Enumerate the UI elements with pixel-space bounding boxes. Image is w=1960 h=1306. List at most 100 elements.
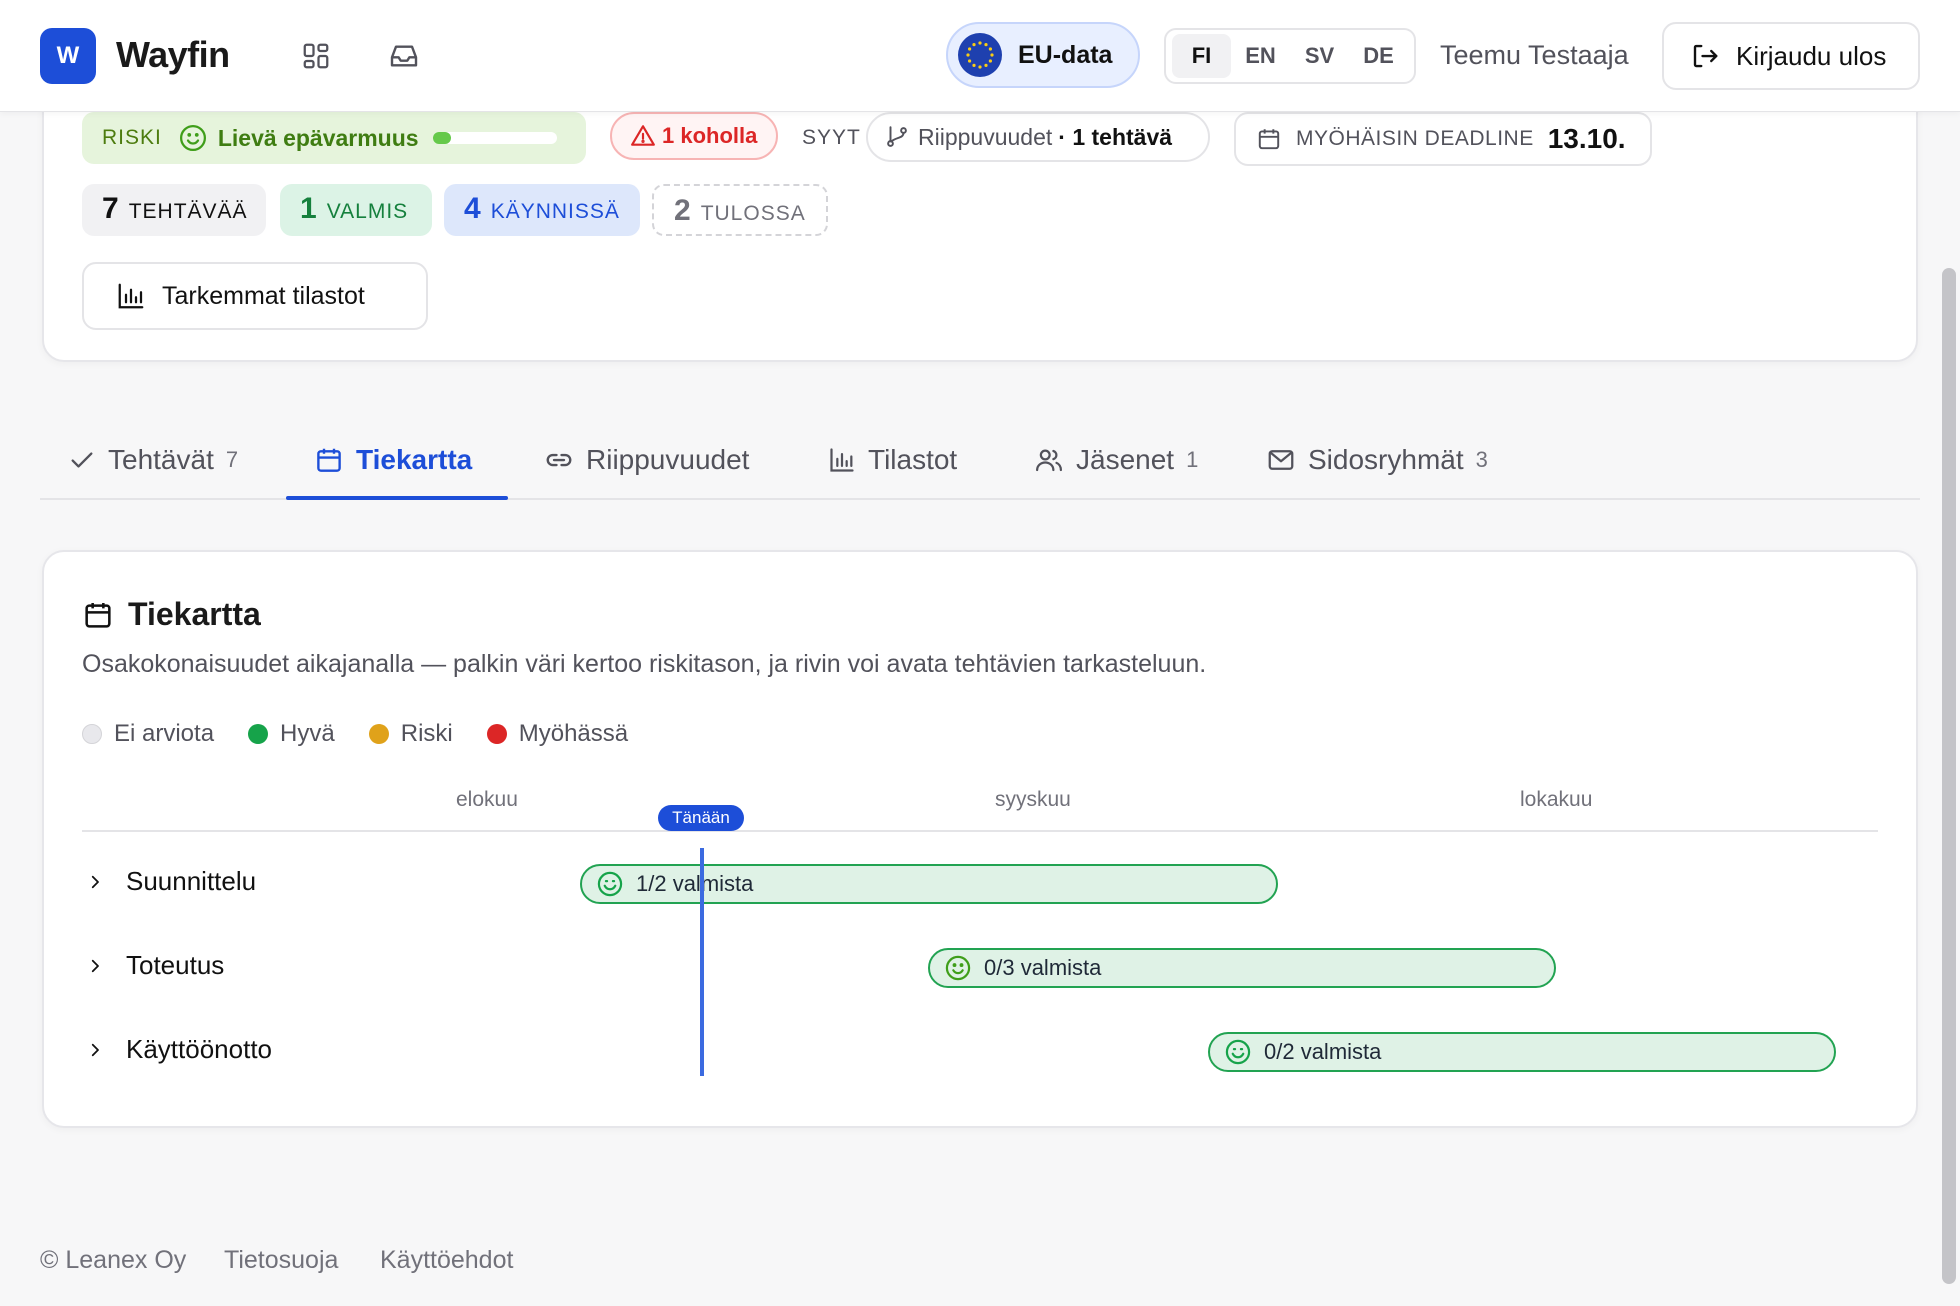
- bar-chart-icon: [118, 283, 144, 309]
- footer-terms-link[interactable]: Käyttöehdot: [380, 1246, 513, 1275]
- latest-deadline: MYÖHÄISIN DEADLINE 13.10.: [1234, 112, 1652, 166]
- legend-dot-good: [248, 724, 269, 744]
- logout-label: Kirjaudu ulos: [1736, 40, 1887, 71]
- tab-statistics-label: Tilastot: [868, 444, 958, 475]
- cause-count: · 1 tehtävä: [1058, 123, 1173, 150]
- stat-upcoming-number: 2: [674, 194, 691, 227]
- legend-late: Myöhässä: [486, 720, 629, 748]
- legend-good-label: Hyvä: [280, 720, 335, 747]
- risk-label: RISKI: [102, 126, 162, 149]
- lang-en[interactable]: EN: [1231, 34, 1290, 78]
- top-bar: W Wayfin EU-data FI EN SV DE Teemu Testa…: [0, 0, 1960, 112]
- tab-stakeholders-label: Sidosryhmät: [1308, 444, 1464, 475]
- roadmap-row-deployment[interactable]: Käyttöönotto: [86, 1034, 272, 1065]
- page-scrollbar[interactable]: [1942, 268, 1956, 1284]
- tab-roadmap-label: Tiekartta: [356, 444, 473, 475]
- tab-roadmap[interactable]: Tiekartta: [314, 420, 472, 500]
- legend-dot-late: [486, 724, 507, 744]
- lang-de[interactable]: DE: [1349, 34, 1408, 78]
- calendar-icon: [317, 448, 341, 472]
- detailed-stats-button[interactable]: Tarkemmat tilastot: [82, 262, 428, 330]
- stat-in-progress[interactable]: 4 KÄYNNISSÄ: [444, 184, 640, 236]
- lang-sv[interactable]: SV: [1290, 34, 1349, 78]
- legend-no-estimate: Ei arviota: [82, 720, 214, 748]
- tab-tasks-count: 7: [225, 447, 239, 472]
- risk-level-bar: [432, 132, 557, 144]
- roadmap-row-planning[interactable]: Suunnittelu: [86, 866, 256, 897]
- stat-total-number: 7: [102, 192, 119, 225]
- stat-done[interactable]: 1 VALMIS: [280, 184, 432, 236]
- check-icon: [71, 452, 93, 468]
- stat-upcoming[interactable]: 2 TULOSSA: [652, 184, 828, 236]
- git-branch-icon: [887, 126, 907, 147]
- legend-late-label: Myöhässä: [518, 720, 629, 747]
- stat-in-progress-label: KÄYNNISSÄ: [490, 200, 620, 223]
- tab-dependencies-label: Riippuvuudet: [586, 444, 750, 475]
- deadline-label: MYÖHÄISIN DEADLINE: [1296, 127, 1534, 150]
- today-badge: Tänään: [658, 805, 744, 831]
- risk-level-fill: [432, 132, 452, 144]
- logo-letter: W: [56, 42, 80, 69]
- stat-total-label: TEHTÄVÄÄ: [128, 200, 248, 223]
- tab-dependencies[interactable]: Riippuvuudet: [544, 420, 749, 500]
- project-tabs: Tehtävät 7 Tiekartta Riippuvuudet Tilast…: [40, 420, 1920, 500]
- tab-stakeholders[interactable]: Sidosryhmät 3: [1266, 420, 1488, 500]
- tab-statistics[interactable]: Tilastot: [828, 420, 957, 500]
- grid-icon[interactable]: [298, 38, 334, 74]
- mail-icon: [1268, 450, 1294, 470]
- user-name[interactable]: Teemu Testaaja: [1440, 40, 1629, 71]
- warning-icon: [631, 125, 655, 146]
- stat-upcoming-label: TULOSSA: [700, 202, 806, 225]
- eu-flag-icon: [958, 33, 1002, 77]
- inbox-icon[interactable]: [386, 38, 422, 74]
- risk-indicator[interactable]: RISKI Lievä epävarmuus: [82, 112, 586, 164]
- detailed-stats-label: Tarkemmat tilastot: [162, 281, 365, 310]
- tab-members[interactable]: Jäsenet 1: [1034, 420, 1198, 500]
- smiley-icon: [1225, 1039, 1251, 1065]
- logout-icon: [1693, 44, 1718, 68]
- roadmap-title: Tiekartta: [128, 596, 261, 632]
- stat-done-label: VALMIS: [326, 200, 409, 223]
- logout-button[interactable]: Kirjaudu ulos: [1662, 22, 1920, 90]
- eu-data-badge[interactable]: EU-data: [946, 22, 1140, 88]
- calendar-icon: [85, 602, 111, 628]
- tab-stakeholders-count: 3: [1475, 447, 1488, 472]
- tab-members-label: Jäsenet: [1076, 444, 1175, 475]
- timeline-bar-deployment[interactable]: 0/2 valmista: [1208, 1032, 1836, 1072]
- risk-text: Lievä epävarmuus: [217, 124, 419, 151]
- elevated-warning-badge[interactable]: 1 koholla: [610, 112, 778, 160]
- footer-privacy-link[interactable]: Tietosuoja: [224, 1246, 338, 1275]
- app-logo[interactable]: W: [40, 28, 96, 84]
- roadmap-row-implementation[interactable]: Toteutus: [86, 950, 224, 981]
- risk-legend: Ei arviota Hyvä Riski Myöhässä: [82, 720, 662, 748]
- stat-done-number: 1: [300, 192, 317, 225]
- row-planning-label: Suunnittelu: [126, 866, 257, 896]
- month-label-october: lokakuu: [1520, 788, 1593, 811]
- roadmap-header: Tiekartta: [82, 596, 261, 633]
- deadline-value: 13.10.: [1547, 123, 1626, 154]
- users-icon: [1036, 449, 1062, 472]
- lang-fi[interactable]: FI: [1172, 34, 1231, 78]
- legend-risk-label: Riski: [400, 720, 453, 747]
- active-tab-indicator: [286, 496, 508, 500]
- bar-planning-progress: 1/2 valmista: [636, 871, 754, 896]
- legend-dot-risk: [368, 724, 389, 744]
- timeline-bar-implementation[interactable]: 0/3 valmista: [928, 948, 1556, 988]
- tab-members-count: 1: [1186, 447, 1199, 472]
- chevron-right-icon: [91, 875, 99, 888]
- cause-dependencies-chip[interactable]: Riippuvuudet · 1 tehtävä: [866, 112, 1210, 162]
- brand-name[interactable]: Wayfin: [116, 34, 230, 76]
- timeline-bar-planning[interactable]: 1/2 valmista: [580, 864, 1278, 904]
- legend-dot-no-estimate: [82, 724, 102, 744]
- legend-no-estimate-label: Ei arviota: [114, 720, 215, 747]
- calendar-icon: [1258, 129, 1280, 150]
- footer-copyright: © Leanex Oy: [40, 1246, 187, 1274]
- tab-tasks[interactable]: Tehtävät 7: [68, 420, 238, 500]
- chevron-right-icon: [91, 1043, 99, 1056]
- bar-deployment-progress: 0/2 valmista: [1264, 1039, 1382, 1064]
- month-label-august: elokuu: [456, 788, 518, 811]
- eu-data-label: EU-data: [1018, 40, 1113, 69]
- stat-total-tasks[interactable]: 7 TEHTÄVÄÄ: [82, 184, 266, 236]
- legend-good: Hyvä: [248, 720, 335, 748]
- link-icon: [546, 453, 572, 467]
